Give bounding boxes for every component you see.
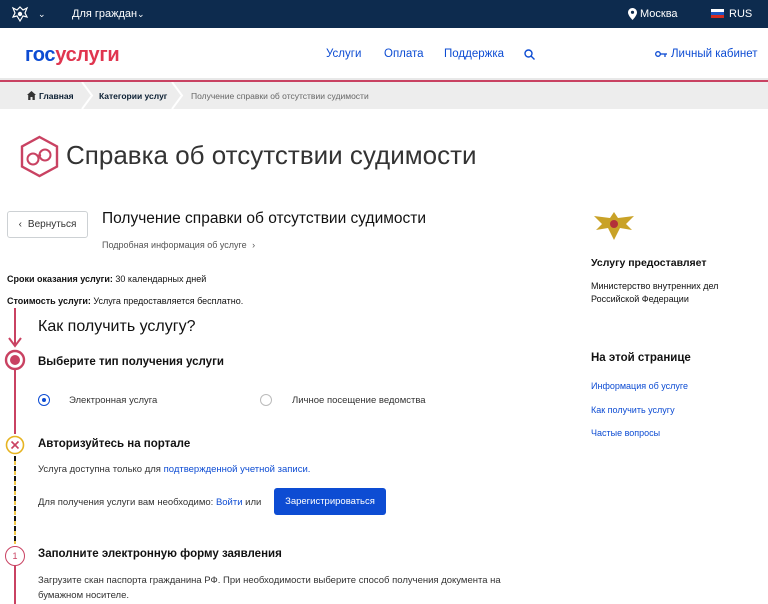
chevron-down-icon[interactable]: ⌄	[137, 9, 145, 20]
provider-name: Министерство внутренних дел Российской Ф…	[591, 281, 719, 304]
russian-flag-icon	[711, 9, 724, 18]
nav-payment[interactable]: Оплата	[384, 48, 424, 60]
breadcrumb-categories[interactable]: Категории услуг	[99, 91, 167, 101]
service-title: Получение справки об отсутствии судимост…	[102, 210, 427, 227]
service-term: Сроки оказания услуги: 30 календарных дн…	[7, 274, 207, 284]
back-button[interactable]: ‹ Вернуться	[7, 211, 88, 238]
provider-heading: Услугу предоставляет	[591, 257, 707, 269]
key-icon	[655, 51, 667, 57]
language-selector[interactable]: RUS	[729, 8, 752, 20]
back-button-label: Вернуться	[27, 219, 77, 230]
breadcrumb-separator	[81, 82, 94, 109]
top-bar: ⌄ Для граждан ⌄ Москва RUS	[0, 0, 768, 28]
auth-requirement-text: Услуга доступна только для подтвержденно…	[38, 464, 311, 475]
chevron-left-icon: ‹	[18, 219, 22, 230]
confirmed-account-link[interactable]: подтвержденной учетной записи.	[164, 464, 311, 475]
handcuffs-icon	[20, 135, 59, 178]
on-page-heading: На этой странице	[591, 352, 691, 364]
nav-services[interactable]: Услуги	[326, 48, 361, 60]
auth-action-text: Для получения услуги вам необходимо: Вой…	[38, 497, 262, 508]
how-to-get-heading: Как получить услугу?	[38, 318, 196, 335]
register-button[interactable]: Зарегистрироваться	[274, 488, 386, 515]
breadcrumb: Главная Категории услуг Получение справк…	[0, 82, 768, 109]
step-auth-title: Авторизуйтесь на портале	[38, 438, 191, 450]
for-citizens-menu[interactable]: Для граждан	[72, 8, 137, 20]
search-icon[interactable]	[524, 49, 535, 60]
service-cost: Стоимость услуги: Услуга предоставляется…	[7, 296, 244, 306]
step-number-marker: 1	[5, 546, 25, 566]
step-form-title: Заполните электронную форму заявления	[38, 548, 282, 560]
city-selector[interactable]: Москва	[640, 8, 678, 20]
chevron-right-icon: ›	[252, 240, 256, 250]
radio-personal-visit[interactable]	[260, 394, 272, 406]
personal-account-link[interactable]: Личный кабинет	[671, 48, 758, 60]
region-chevron-down-icon[interactable]: ⌄	[38, 9, 46, 20]
step-current-marker-icon	[4, 349, 26, 371]
home-icon	[27, 91, 36, 100]
anchor-faq[interactable]: Частые вопросы	[591, 428, 660, 438]
nav-support[interactable]: Поддержка	[444, 48, 504, 60]
anchor-how-to-get[interactable]: Как получить услугу	[591, 405, 675, 415]
breadcrumb-current: Получение справки об отсутствии судимост…	[191, 91, 369, 101]
coat-of-arms-icon[interactable]	[10, 4, 30, 24]
step-choose-type-title: Выберите тип получения услуги	[38, 356, 224, 368]
step-form-text: Загрузите скан паспорта гражданина РФ. П…	[38, 575, 501, 601]
step-blocked-marker-icon	[5, 435, 25, 455]
login-link[interactable]: Войти	[216, 497, 243, 508]
breadcrumb-separator	[171, 82, 184, 109]
radio-personal-visit-label[interactable]: Личное посещение ведомства	[292, 395, 426, 406]
radio-electronic-label[interactable]: Электронная услуга	[69, 395, 157, 406]
mvd-emblem-icon	[594, 212, 634, 240]
gosuslugi-logo[interactable]: госуслуги	[25, 44, 120, 67]
more-info-link[interactable]: Подробная информация об услуге ›	[102, 240, 255, 250]
site-header: госуслуги Услуги Оплата Поддержка Личный…	[0, 28, 768, 80]
location-pin-icon	[628, 8, 637, 20]
breadcrumb-home[interactable]: Главная	[39, 91, 74, 101]
page-title: Справка об отсутствии судимости	[66, 140, 477, 170]
anchor-service-info[interactable]: Информация об услуге	[591, 381, 688, 391]
radio-electronic-service[interactable]	[38, 394, 50, 406]
